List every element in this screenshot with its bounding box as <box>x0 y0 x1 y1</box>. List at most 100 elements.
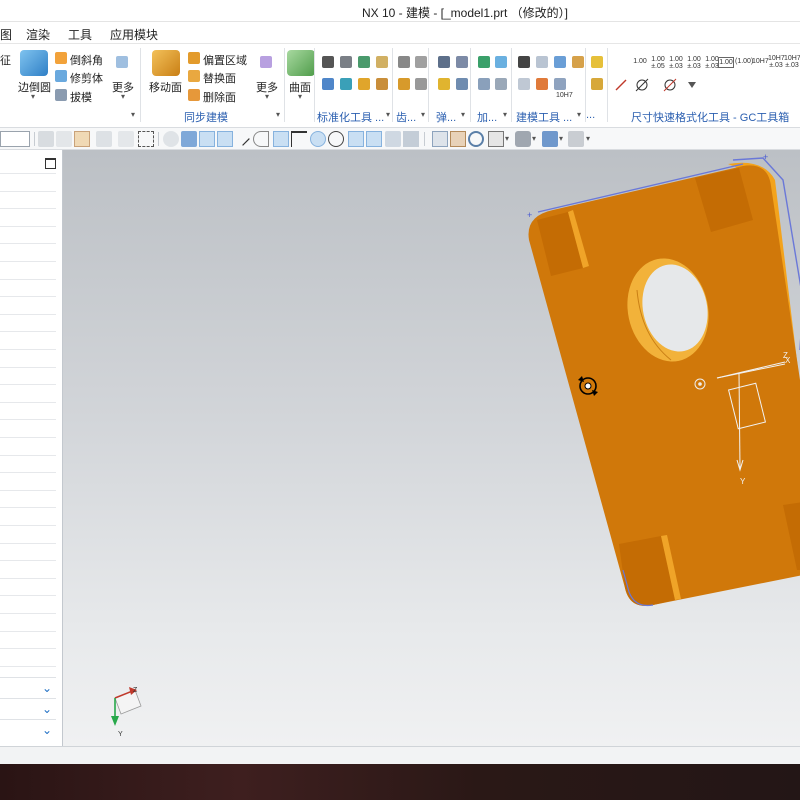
render-style-icon[interactable] <box>568 131 584 147</box>
dim-format-ref[interactable]: (1.00) <box>735 58 753 65</box>
delete-face-button[interactable]: 删除面 <box>203 89 236 105</box>
triangle-tool-icon[interactable] <box>518 56 530 68</box>
snap-tool-icon[interactable] <box>403 131 419 147</box>
dim-format-1[interactable]: 1.00 <box>632 58 648 65</box>
move-face-icon[interactable] <box>152 50 180 76</box>
gear-tool-icon[interactable] <box>398 78 410 90</box>
select-tool-icon[interactable] <box>96 131 112 147</box>
shaded-view-icon[interactable] <box>181 131 197 147</box>
misc-tool-icon[interactable] <box>591 78 603 90</box>
trim-body-icon[interactable] <box>55 70 67 82</box>
modeling-tool-icon[interactable] <box>536 56 548 68</box>
add-tool-icon[interactable] <box>478 78 490 90</box>
snap-tool-icon[interactable] <box>236 132 250 146</box>
render-style-icon[interactable] <box>515 131 531 147</box>
dim-tool-icon[interactable] <box>635 78 649 92</box>
box-select-icon[interactable] <box>138 131 154 147</box>
replace-face-button[interactable]: 替换面 <box>203 70 236 86</box>
dim-format-box[interactable]: 1.00 <box>718 57 734 68</box>
snap-line-icon[interactable] <box>217 131 233 147</box>
dim-format-fit-tol-1[interactable]: 10H7 ±.03 <box>768 55 785 69</box>
offset-region-icon[interactable] <box>188 52 200 64</box>
spring-tool-icon[interactable] <box>456 78 468 90</box>
rotate-icon[interactable] <box>468 131 484 147</box>
chamfer-button[interactable]: 倒斜角 <box>70 52 103 68</box>
dim-tool-icon[interactable] <box>663 78 677 92</box>
spring-dropdown-icon[interactable]: ▾ <box>461 110 465 119</box>
draft-button[interactable]: 拔模 <box>70 89 92 105</box>
panel-section-preview[interactable]: ⌄ <box>0 719 56 739</box>
offset-region-button[interactable]: 偏置区域 <box>203 52 247 68</box>
menu-application[interactable]: 应用模块 <box>110 26 158 43</box>
surface-icon[interactable] <box>287 50 315 76</box>
std-tool-icon[interactable] <box>340 56 352 68</box>
selection-filter-combo[interactable] <box>0 131 30 147</box>
spring-tool-icon[interactable] <box>456 56 468 68</box>
modeling-tool-icon[interactable] <box>554 78 566 90</box>
dropdown-icon[interactable]: ▾ <box>586 134 590 143</box>
dim-format-3[interactable]: 1.00 ±.03 <box>668 56 684 70</box>
gear-dropdown-icon[interactable]: ▾ <box>421 110 425 119</box>
dim-tool-icon[interactable] <box>688 82 696 88</box>
view-orient-icon[interactable] <box>488 131 504 147</box>
dim-format-4[interactable]: 1.00 ±.03 <box>686 56 702 70</box>
more-features-dropdown-icon[interactable]: ▾ <box>121 92 125 101</box>
snap-tool-icon[interactable] <box>291 131 307 147</box>
select-tool-icon[interactable] <box>56 131 72 147</box>
misc-tool-icon[interactable] <box>591 56 603 68</box>
chamfer-icon[interactable] <box>55 52 67 64</box>
add-tool-icon[interactable] <box>478 56 490 68</box>
edge-blend-dropdown-icon[interactable]: ▾ <box>31 92 35 101</box>
snap-endpoint-icon[interactable] <box>199 131 215 147</box>
feature-group-dropdown-icon[interactable]: ▾ <box>131 110 135 119</box>
modeling-tool-icon[interactable] <box>572 56 584 68</box>
more-sync-icon[interactable] <box>260 56 272 68</box>
surface-dropdown-icon[interactable]: ▾ <box>298 92 302 101</box>
edge-blend-icon[interactable] <box>20 50 48 76</box>
render-style-icon[interactable] <box>542 131 558 147</box>
zoom-icon[interactable] <box>450 131 466 147</box>
maximize-panel-icon[interactable] <box>45 158 56 169</box>
std-tool-icon[interactable] <box>358 78 370 90</box>
menu-view[interactable]: 图 <box>0 26 12 43</box>
dim-format-2[interactable]: 1.00 ±.05 <box>650 56 666 70</box>
dim-tool-icon[interactable] <box>615 79 627 91</box>
chevron-down-icon[interactable]: ⌄ <box>42 702 52 716</box>
std-tool-icon[interactable] <box>322 78 334 90</box>
snap-tool-icon[interactable] <box>74 131 90 147</box>
std-tool-icon[interactable] <box>322 56 334 68</box>
graphics-viewport[interactable]: X Z Y + + Z Y <box>63 150 800 746</box>
snap-tool-icon[interactable] <box>385 131 401 147</box>
std-tools-dropdown-icon[interactable]: ▾ <box>386 110 390 119</box>
std-tool-icon[interactable] <box>340 78 352 90</box>
std-tool-icon[interactable] <box>376 56 388 68</box>
dropdown-icon[interactable]: ▾ <box>505 134 509 143</box>
add-tool-icon[interactable] <box>495 56 507 68</box>
select-tool-icon[interactable] <box>38 131 54 147</box>
view-tool-icon[interactable] <box>163 131 179 147</box>
modeling-tool-icon[interactable] <box>518 78 530 90</box>
modeling-tool-icon[interactable] <box>554 56 566 68</box>
dim-format-fit-tol-2[interactable]: 10H7 ±.03 <box>784 55 800 69</box>
add-dropdown-icon[interactable]: ▾ <box>503 110 507 119</box>
dim-format-fit[interactable]: 10H7 <box>752 58 769 65</box>
modeling-tool-icon[interactable] <box>536 78 548 90</box>
menu-render[interactable]: 渲染 <box>26 26 50 43</box>
move-face-button[interactable]: 移动面 <box>149 79 182 95</box>
snap-on-curve-icon[interactable] <box>366 131 382 147</box>
snap-point-icon[interactable] <box>348 131 364 147</box>
gear-tool-icon[interactable] <box>415 56 427 68</box>
snap-curve-icon[interactable] <box>253 131 269 147</box>
snap-quadrant-icon[interactable] <box>328 131 344 147</box>
sync-group-dropdown-icon[interactable]: ▾ <box>276 110 280 119</box>
panel-section-details[interactable]: ⌄ <box>0 698 56 718</box>
modeling-tools-dropdown-icon[interactable]: ▾ <box>577 110 581 119</box>
dropdown-icon[interactable]: ▾ <box>532 134 536 143</box>
dropdown-icon[interactable]: ▾ <box>559 134 563 143</box>
add-tool-icon[interactable] <box>495 78 507 90</box>
more-features-icon[interactable] <box>116 56 128 68</box>
spring-tool-icon[interactable] <box>438 56 450 68</box>
draft-icon[interactable] <box>55 89 67 101</box>
more-sync-dropdown-icon[interactable]: ▾ <box>265 92 269 101</box>
snap-intersection-icon[interactable] <box>273 131 289 147</box>
